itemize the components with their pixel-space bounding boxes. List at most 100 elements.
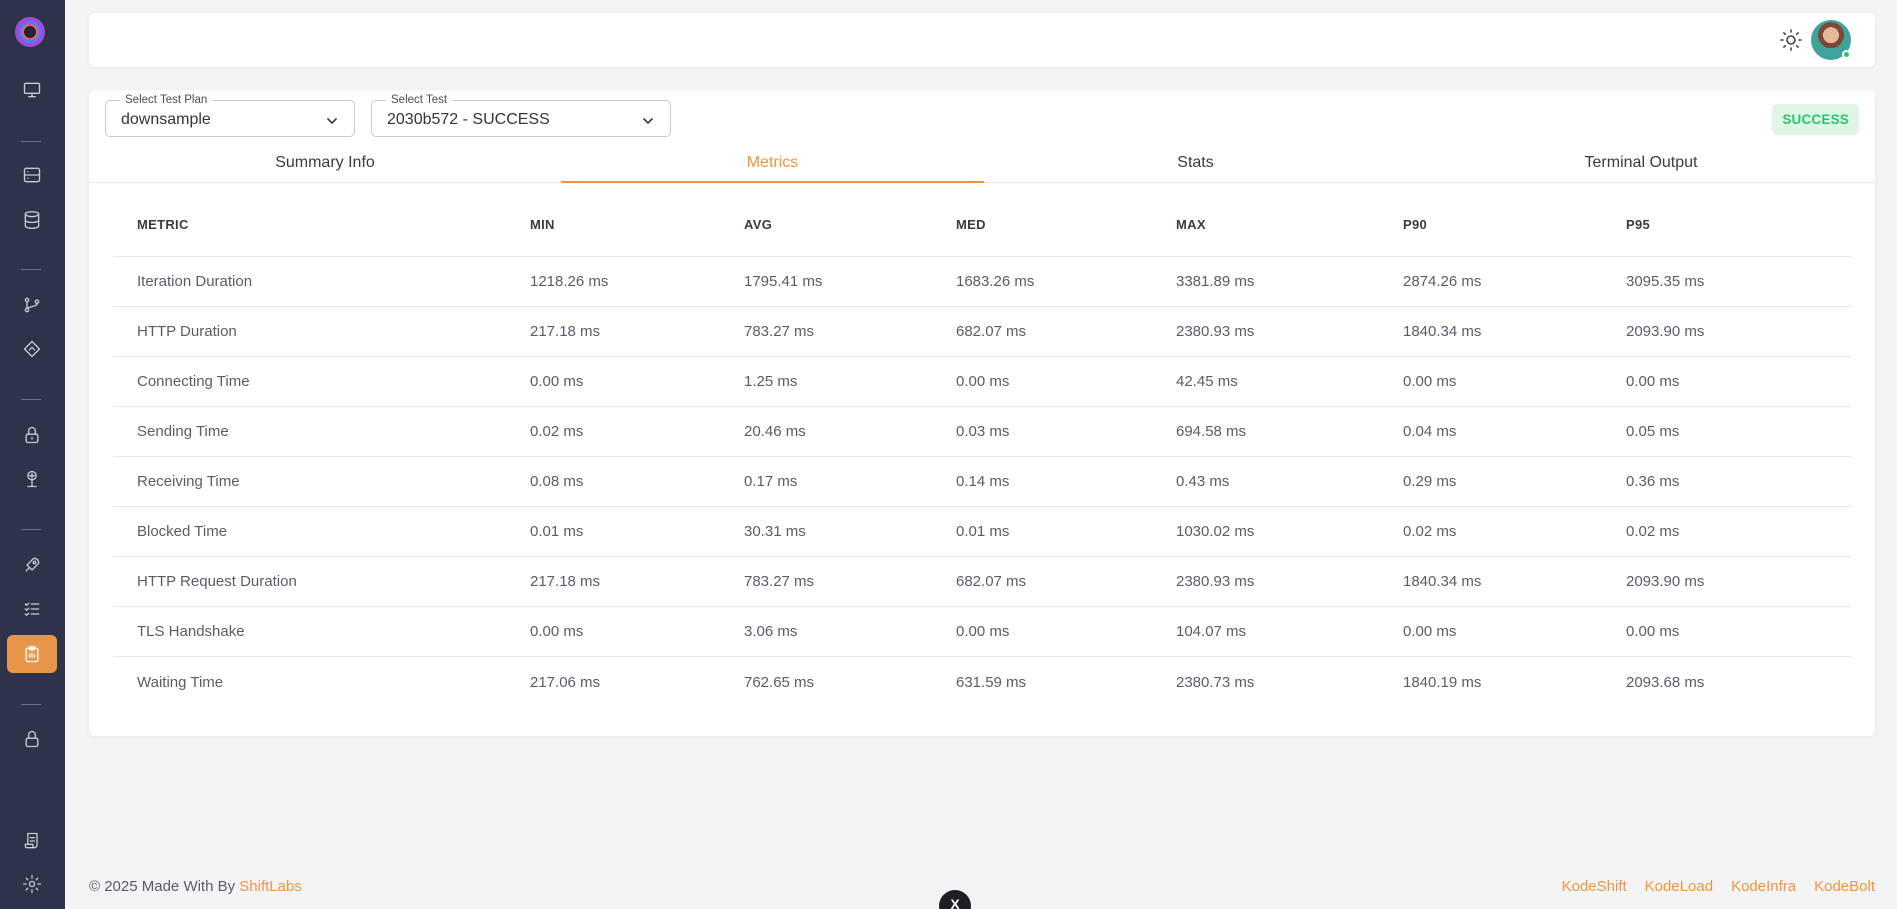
cell-min: 217.06 ms [530, 673, 601, 691]
footer-link-kodeshift[interactable]: KodeShift [1562, 878, 1627, 895]
test-plan-label: Select Test Plan [120, 94, 213, 106]
floating-x-button[interactable]: X [939, 890, 971, 909]
cell-min: 0.01 ms [530, 523, 584, 540]
test-plan-select[interactable]: Select Test Plan downsample [105, 94, 355, 137]
cell-p95: 2093.68 ms [1626, 673, 1705, 691]
cell-avg: 0.17 ms [744, 473, 798, 490]
checklist-icon[interactable] [7, 590, 57, 628]
cell-p90: 0.04 ms [1403, 423, 1457, 440]
test-value: 2030b572 - SUCCESS [387, 111, 550, 128]
brand-link[interactable]: ShiftLabs [239, 878, 302, 895]
table-row: Waiting Time 217.06 ms 762.65 ms 631.59 ms 2… [113, 657, 1851, 707]
cell-p95: 0.02 ms [1626, 523, 1680, 540]
lock-icon[interactable] [7, 416, 57, 454]
chevron-down-icon [642, 114, 654, 126]
database-icon[interactable] [7, 201, 57, 239]
cell-p90: 2874.26 ms [1403, 273, 1482, 290]
clipboard-icon[interactable] [7, 635, 57, 673]
cell-med: 0.14 ms [956, 473, 1010, 490]
git-branch-icon[interactable] [7, 286, 57, 324]
column-header-med: MED [956, 217, 986, 232]
cell-min: 0.08 ms [530, 473, 584, 490]
cell-p95: 0.05 ms [1626, 423, 1680, 440]
tab-terminal-output[interactable]: Terminal Output [1407, 150, 1875, 183]
cell-metric: Receiving Time [137, 473, 240, 490]
cell-med: 682.07 ms [956, 323, 1027, 340]
cell-max: 0.43 ms [1176, 473, 1230, 490]
tab-metrics[interactable]: Metrics [561, 150, 984, 183]
status-badge: SUCCESS [1772, 104, 1859, 135]
table-row: HTTP Duration 217.18 ms 783.27 ms 682.07 ms… [113, 307, 1851, 357]
cell-p95: 0.00 ms [1626, 373, 1680, 390]
lock-icon[interactable] [7, 720, 57, 758]
table-row: TLS Handshake 0.00 ms 3.06 ms 0.00 ms 104.07… [113, 607, 1851, 657]
footer-copyright: © 2025 Made With By ShiftLabs [89, 878, 302, 895]
cell-med: 0.00 ms [956, 623, 1010, 640]
cell-avg: 1.25 ms [744, 373, 798, 390]
cell-max: 2380.93 ms [1176, 323, 1255, 340]
cell-avg: 783.27 ms [744, 573, 815, 590]
column-header-metric: METRIC [137, 217, 189, 232]
column-header-min: MIN [530, 217, 555, 232]
table-row: HTTP Request Duration 217.18 ms 783.27 ms 6… [113, 557, 1851, 607]
cell-max: 3381.89 ms [1176, 273, 1255, 290]
online-status-dot [1842, 50, 1851, 59]
footer-link-kodeinfra[interactable]: KodeInfra [1731, 878, 1796, 895]
server-icon[interactable] [7, 156, 57, 194]
table-row: Sending Time 0.02 ms 20.46 ms 0.03 ms 694.58… [113, 407, 1851, 457]
cell-p90: 0.00 ms [1403, 623, 1457, 640]
table-row: Iteration Duration 1218.26 ms 1795.41 ms 16… [113, 257, 1851, 307]
cell-max: 2380.73 ms [1176, 673, 1255, 691]
test-label: Select Test [386, 94, 453, 106]
cell-metric: Connecting Time [137, 373, 250, 390]
cell-avg: 20.46 ms [744, 423, 806, 440]
table-row: Connecting Time 0.00 ms 1.25 ms 0.00 ms 42.4… [113, 357, 1851, 407]
sidebar [0, 0, 65, 909]
column-header-max: MAX [1176, 217, 1206, 232]
footer-link-kodebolt[interactable]: KodeBolt [1814, 878, 1875, 895]
copyright-text: © 2025 Made With By [89, 878, 240, 895]
cell-p90: 1840.34 ms [1403, 573, 1482, 590]
theme-toggle-sun-icon[interactable] [1779, 28, 1803, 52]
cell-med: 0.00 ms [956, 373, 1010, 390]
cell-p95: 0.36 ms [1626, 473, 1680, 490]
tab-summary-info[interactable]: Summary Info [89, 150, 561, 183]
scroll-icon[interactable] [7, 822, 57, 860]
test-plan-value: downsample [121, 111, 211, 128]
cell-metric: HTTP Duration [137, 323, 237, 340]
table-header-row: METRIC MIN AVG MED MAX P90 P95 [113, 213, 1851, 257]
table-row: Blocked Time 0.01 ms 30.31 ms 0.01 ms 1030.0… [113, 507, 1851, 557]
test-select[interactable]: Select Test 2030b572 - SUCCESS [371, 94, 671, 137]
tab-stats[interactable]: Stats [984, 150, 1407, 183]
cell-avg: 1795.41 ms [744, 273, 823, 290]
cell-min: 0.00 ms [530, 373, 584, 390]
diamond-icon[interactable] [7, 330, 57, 368]
cell-med: 1683.26 ms [956, 273, 1035, 290]
cell-p90: 0.29 ms [1403, 473, 1457, 490]
cell-p95: 0.00 ms [1626, 623, 1680, 640]
network-icon[interactable] [7, 460, 57, 498]
cell-max: 42.45 ms [1176, 373, 1238, 390]
cell-p90: 0.02 ms [1403, 523, 1457, 540]
sidebar-divider [21, 529, 41, 530]
cell-med: 631.59 ms [956, 673, 1027, 691]
cell-med: 682.07 ms [956, 573, 1027, 590]
cell-metric: Iteration Duration [137, 273, 253, 290]
gear-icon[interactable] [7, 865, 57, 903]
column-header-p90: P90 [1403, 217, 1428, 232]
tab-bar: Summary Info Metrics Stats Terminal Outp… [89, 150, 1875, 183]
user-avatar[interactable] [1811, 20, 1851, 60]
footer-link-kodeload[interactable]: KodeLoad [1645, 878, 1713, 895]
monitor-icon[interactable] [7, 71, 57, 109]
sidebar-divider [21, 399, 41, 400]
cell-min: 217.18 ms [530, 323, 601, 340]
cell-p95: 2093.90 ms [1626, 573, 1705, 590]
top-navbar [89, 13, 1875, 67]
cell-max: 1030.02 ms [1176, 523, 1255, 540]
sidebar-divider [21, 704, 41, 705]
metrics-card: Select Test Plan downsample Select Test … [89, 90, 1875, 736]
sidebar-divider [21, 141, 41, 142]
rocket-icon[interactable] [7, 546, 57, 584]
app-logo[interactable] [15, 17, 45, 47]
cell-min: 0.00 ms [530, 623, 584, 640]
